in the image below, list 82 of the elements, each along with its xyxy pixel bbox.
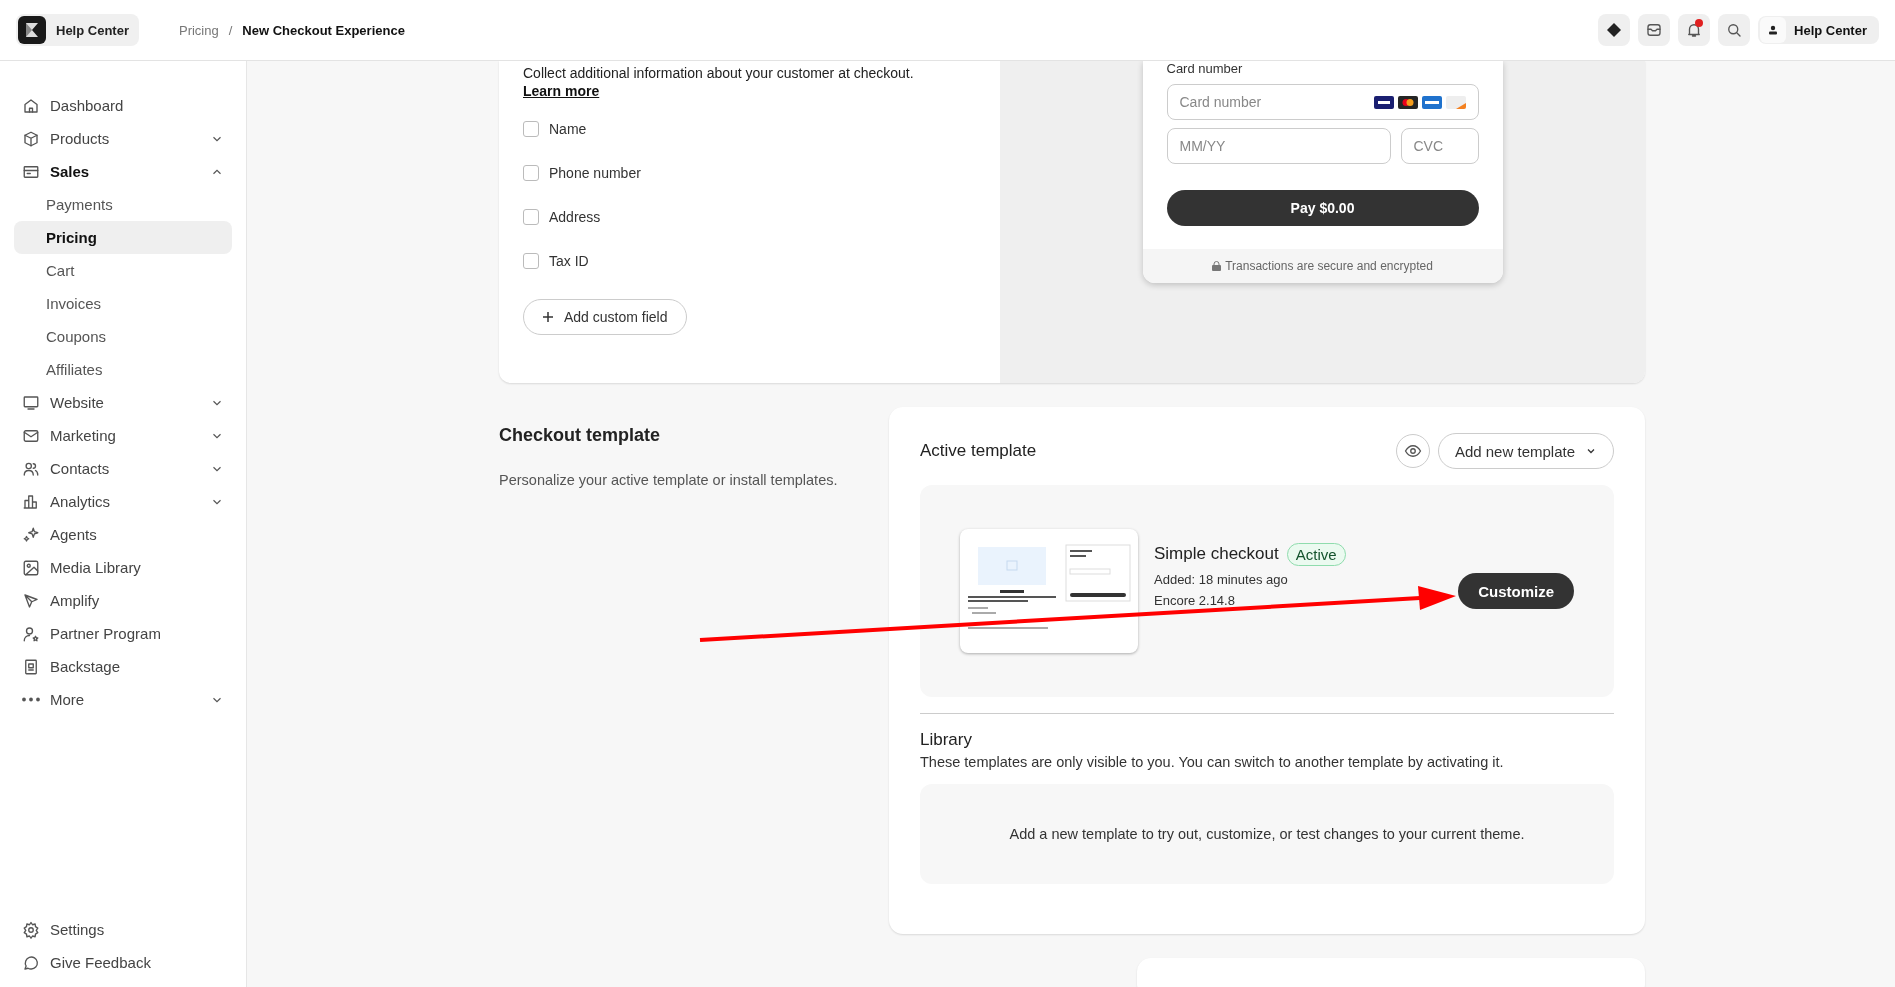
send-icon (22, 591, 40, 610)
section-description: Personalize your active template or install templates. (499, 472, 839, 488)
cvc-field[interactable]: CVC (1400, 128, 1479, 164)
template-name: Simple checkout (1154, 544, 1279, 564)
sidebar-item[interactable]: Settings (14, 913, 232, 946)
checkbox[interactable] (523, 253, 539, 269)
sidebar-item[interactable]: Products (14, 122, 232, 155)
sidebar-item[interactable]: Give Feedback (14, 946, 232, 979)
learn-more-link[interactable]: Learn more (523, 83, 600, 99)
bar-chart-icon (22, 492, 40, 511)
checkbox-row[interactable]: Phone number (523, 151, 976, 195)
sidebar-item[interactable]: Agents (14, 518, 232, 551)
plus-icon (542, 311, 554, 323)
intro-text: Collect additional information about your customer at checkout. (523, 65, 915, 81)
person-star-icon (22, 624, 40, 643)
cube-icon (22, 129, 40, 148)
sidebar-item[interactable]: Dashboard (14, 89, 232, 122)
checkbox-row[interactable]: Name (523, 107, 976, 151)
diamond-icon (1606, 22, 1623, 38)
image-icon (22, 558, 40, 577)
sidebar-item[interactable]: Analytics (14, 485, 232, 518)
sidebar-subitem[interactable]: Payments (14, 188, 232, 221)
sidebar-item[interactable]: Website (14, 386, 232, 419)
sidebar-subitem[interactable]: Invoices (14, 287, 232, 320)
logo-icon (18, 16, 46, 44)
secure-note: Transactions are secure and encrypted (1225, 259, 1433, 273)
lock-icon (1212, 261, 1222, 271)
checkbox[interactable] (523, 209, 539, 225)
field-label: Card number (1166, 61, 1244, 76)
checkbox[interactable] (523, 121, 539, 137)
version-text: Encore 2.14.8 (1154, 592, 1236, 608)
pay-button[interactable]: Pay $0.00 (1166, 190, 1479, 226)
sidebar-item[interactable]: Backstage (14, 650, 232, 683)
card-brand-icon (1421, 95, 1442, 109)
badge-icon (22, 657, 40, 676)
section-title: Checkout template (499, 425, 662, 446)
monitor-icon (22, 393, 40, 412)
add-template-dropdown[interactable]: Add new template (1437, 433, 1614, 469)
card-brand-icon (1397, 95, 1418, 109)
inbox-button[interactable] (1638, 14, 1671, 46)
sparkle-icon (22, 525, 40, 544)
sidebar-item[interactable]: More (14, 683, 232, 716)
sidebar-subitem[interactable]: Coupons (14, 320, 232, 353)
brand-button[interactable]: Help Center (16, 14, 139, 46)
sidebar-subitem[interactable]: Affiliates (14, 353, 232, 386)
breadcrumb-item: New Checkout Experience (242, 22, 405, 38)
sidebar-item[interactable]: Amplify (14, 584, 232, 617)
checkbox-row[interactable]: Tax ID (523, 239, 976, 283)
sidebar-item[interactable]: Partner Program (14, 617, 232, 650)
diamond-button[interactable] (1598, 14, 1631, 46)
breadcrumb-separator: / (228, 22, 233, 38)
person-icon (1768, 25, 1779, 35)
card-brand-icon (1373, 95, 1394, 109)
library-title: Library (920, 730, 973, 750)
sidebar-item[interactable]: Contacts (14, 452, 232, 485)
breadcrumb-item[interactable]: Pricing (178, 22, 219, 38)
search-button[interactable] (1718, 14, 1751, 46)
add-custom-field-button[interactable]: Add custom field (523, 299, 687, 335)
checkbox-row[interactable]: Address (523, 195, 976, 239)
sidebar-subitem[interactable]: Cart (14, 254, 232, 287)
card-number-field[interactable]: Card number (1166, 84, 1479, 120)
library-description: These templates are only visible to you. You can switch to another template by activating it. (920, 754, 1505, 770)
customize-button[interactable]: Customize (1458, 573, 1574, 609)
preview-button[interactable] (1395, 434, 1430, 468)
sidebar-item[interactable]: Marketing (14, 419, 232, 452)
added-time: Added: 18 minutes ago (1154, 571, 1289, 587)
inbox-icon (1645, 21, 1664, 39)
empty-library-message: Add a new template to try out, customize, or test changes to your current theme. (920, 784, 1614, 884)
chat-bubble-icon (22, 953, 40, 972)
settings-icon (22, 920, 40, 939)
sidebar-item[interactable]: Media Library (14, 551, 232, 584)
card-title: Active template (920, 441, 1037, 461)
status-badge: Active (1286, 542, 1346, 566)
account-button[interactable]: Help Center (1758, 16, 1879, 44)
card-brand-icon (1445, 95, 1466, 109)
sidebar-subitem[interactable]: Pricing (14, 221, 232, 254)
dots-icon (22, 697, 40, 702)
notifications-button[interactable] (1678, 14, 1711, 46)
sidebar-item[interactable]: Sales (14, 155, 232, 188)
checkbox[interactable] (523, 165, 539, 181)
expiry-field[interactable]: MM/YY (1166, 128, 1391, 164)
eye-icon (1403, 442, 1422, 460)
